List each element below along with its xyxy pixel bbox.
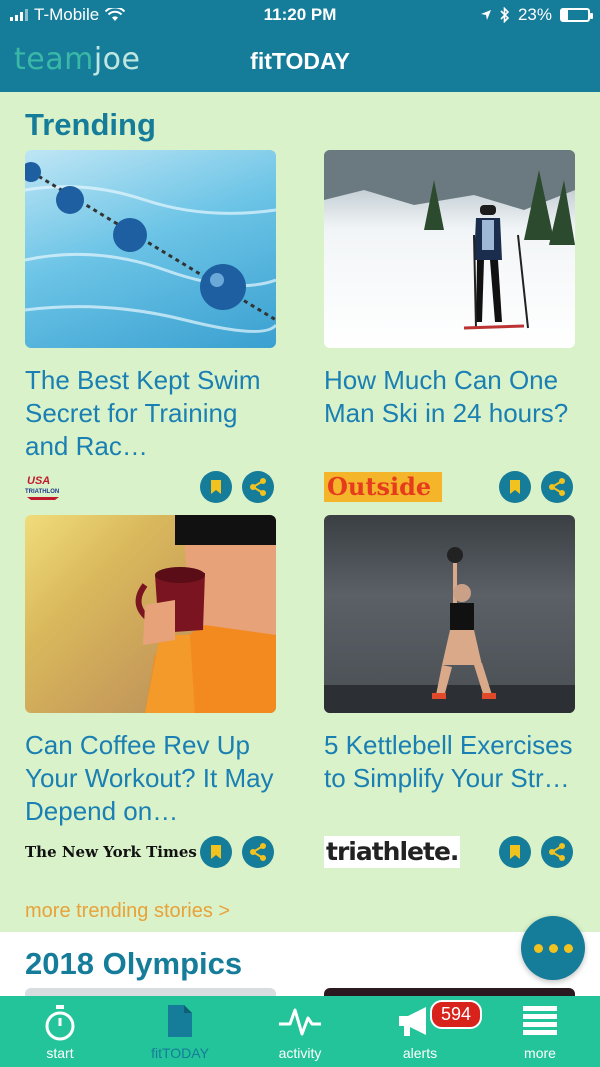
- dot-icon: [563, 943, 573, 953]
- alerts-badge: 594: [430, 1000, 483, 1029]
- share-icon: [549, 843, 565, 861]
- bluetooth-icon: [500, 7, 510, 23]
- usa-triathlon-logo-icon: USA TRIATHLON: [25, 475, 59, 500]
- share-icon: [549, 478, 565, 496]
- svg-text:USA: USA: [27, 475, 50, 487]
- outside-logo: Outside: [324, 472, 442, 502]
- tab-start[interactable]: start: [0, 996, 120, 1067]
- bookmark-icon: [510, 480, 520, 494]
- dot-icon: [533, 943, 543, 953]
- tab-label: alerts: [402, 1045, 438, 1061]
- bottom-tab-bar: start fitTODAY activity 594 alerts more: [0, 996, 600, 1067]
- tab-label: fitTODAY: [151, 1045, 209, 1061]
- menu-icon: [523, 1006, 557, 1035]
- share-button[interactable]: [541, 836, 573, 868]
- triathlete-logo: triathlete.: [324, 836, 461, 868]
- location-icon: [480, 10, 491, 20]
- more-options-button[interactable]: [521, 916, 585, 980]
- article-thumbnail[interactable]: [25, 515, 276, 713]
- bookmark-button[interactable]: [200, 836, 232, 868]
- share-icon: [250, 843, 266, 861]
- source-logo-usa-triathlon: USA TRIATHLON: [25, 471, 61, 503]
- tab-label: start: [46, 1045, 74, 1061]
- section-title-olympics: 2018 Olympics: [25, 946, 243, 981]
- skier-image: [324, 150, 575, 330]
- nyt-logo: The New York Times: [25, 843, 197, 861]
- document-icon: [168, 1005, 192, 1037]
- article-card[interactable]: How Much Can One Man Ski in 24 hours? Ou…: [324, 150, 575, 505]
- section-title-trending: Trending: [25, 107, 156, 142]
- stopwatch-icon: [45, 1005, 75, 1041]
- share-button[interactable]: [541, 471, 573, 503]
- article-title[interactable]: The Best Kept Swim Secret for Training a…: [25, 364, 276, 463]
- tab-label: activity: [278, 1045, 322, 1061]
- tab-activity[interactable]: activity: [240, 996, 360, 1067]
- coffee-drinker-image: [135, 515, 276, 713]
- article-thumbnail[interactable]: [324, 515, 575, 713]
- article-card[interactable]: Can Coffee Rev Up Your Workout? It May D…: [25, 515, 276, 870]
- status-bar: T-Mobile 11:20 PM 23%: [0, 0, 600, 30]
- share-button[interactable]: [242, 836, 274, 868]
- article-thumbnail[interactable]: [324, 150, 575, 348]
- tab-label: more: [524, 1045, 556, 1061]
- article-title[interactable]: Can Coffee Rev Up Your Workout? It May D…: [25, 729, 276, 828]
- bookmark-icon: [211, 480, 221, 494]
- source-logo-triathlete: triathlete.: [324, 836, 461, 868]
- article-title[interactable]: How Much Can One Man Ski in 24 hours?: [324, 364, 575, 463]
- article-card[interactable]: The Best Kept Swim Secret for Training a…: [25, 150, 276, 505]
- article-thumbnail[interactable]: [25, 150, 276, 348]
- tab-alerts[interactable]: 594 alerts: [360, 996, 483, 1067]
- app-title: fitTODAY: [250, 48, 350, 74]
- battery-percent: 23%: [517, 5, 552, 24]
- share-button[interactable]: [242, 471, 274, 503]
- dot-icon: [548, 943, 558, 953]
- bookmark-button[interactable]: [200, 471, 232, 503]
- source-logo-nyt: The New York Times: [25, 836, 197, 868]
- svg-text:TRIATHLON: TRIATHLON: [25, 489, 59, 495]
- article-title[interactable]: 5 Kettlebell Exercises to Simplify Your …: [324, 729, 575, 828]
- pulse-icon: [279, 1008, 321, 1036]
- tab-fittoday[interactable]: fitTODAY: [120, 996, 240, 1067]
- bookmark-icon: [510, 845, 520, 859]
- source-logo-outside: Outside: [324, 471, 442, 503]
- bookmark-icon: [211, 845, 221, 859]
- more-trending-link[interactable]: more trending stories >: [25, 900, 230, 923]
- app-header: teamjoe fitTODAY: [0, 30, 600, 92]
- battery-icon: [560, 8, 593, 22]
- article-card[interactable]: 5 Kettlebell Exercises to Simplify Your …: [324, 515, 575, 870]
- bookmark-button[interactable]: [499, 471, 531, 503]
- tab-more[interactable]: more: [480, 996, 600, 1067]
- kettlebell-image: [324, 547, 575, 713]
- swim-lane-image: [25, 162, 276, 333]
- share-icon: [250, 478, 266, 496]
- bookmark-button[interactable]: [499, 836, 531, 868]
